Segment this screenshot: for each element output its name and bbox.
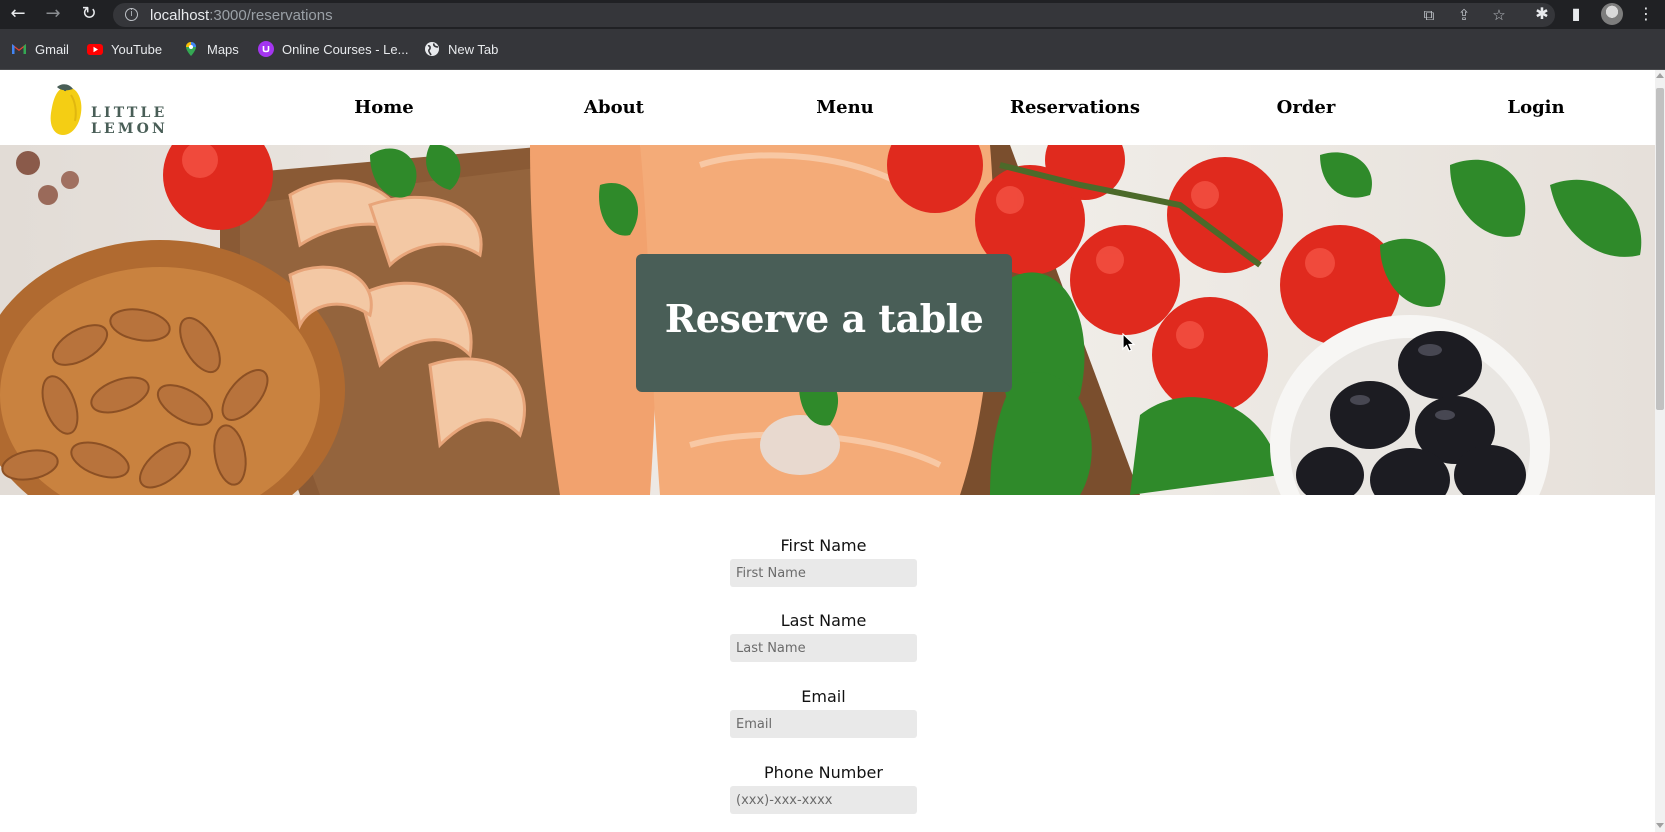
url-host: localhost [150, 7, 210, 24]
forward-arrow-icon[interactable]: → [42, 3, 64, 25]
nav-reservations[interactable]: Reservations [985, 97, 1165, 118]
bookmarks-bar: Gmail YouTube Maps Online Courses - Le..… [0, 29, 1665, 70]
little-lemon-logo[interactable]: LITTLE LEMON [47, 83, 247, 137]
side-panel-icon[interactable]: ▮ [1566, 4, 1586, 24]
nav-login[interactable]: Login [1446, 97, 1626, 118]
share-icon[interactable]: ⇪ [1455, 6, 1473, 24]
site-info-icon[interactable]: i [125, 8, 138, 21]
scroll-down-arrow-icon[interactable] [1656, 823, 1664, 828]
bookmark-label: YouTube [111, 41, 163, 57]
nav-home[interactable]: Home [294, 97, 474, 118]
bookmark-label: Maps [207, 41, 239, 57]
reload-icon[interactable]: ↻ [78, 3, 100, 25]
bookmark-star-icon[interactable]: ☆ [1490, 6, 1508, 24]
bookmark-label: Gmail [35, 41, 69, 57]
last-name-field: Last Name [730, 611, 917, 662]
email-input[interactable] [730, 710, 917, 738]
first-name-input[interactable] [730, 559, 917, 587]
bookmark-new-tab[interactable]: New Tab [424, 40, 498, 58]
bookmark-label: New Tab [448, 41, 499, 57]
bookmark-label: Online Courses - Le... [282, 41, 409, 57]
logo-text: LITTLE LEMON [91, 105, 169, 137]
email-label: Email [801, 687, 846, 706]
extensions-icon[interactable]: ✱ [1532, 4, 1552, 24]
first-name-label: First Name [780, 536, 867, 555]
back-arrow-icon[interactable]: ← [7, 3, 29, 25]
gmail-icon [11, 41, 27, 57]
last-name-input[interactable] [730, 634, 917, 662]
profile-avatar[interactable] [1601, 3, 1623, 25]
first-name-field: First Name [730, 536, 917, 587]
nav-order[interactable]: Order [1216, 97, 1396, 118]
udemy-icon [258, 41, 274, 57]
hero-banner: Reserve a table [0, 145, 1655, 495]
nav-about[interactable]: About [524, 97, 704, 118]
more-menu-icon[interactable]: ⋮ [1636, 4, 1656, 24]
globe-icon [424, 41, 440, 57]
browser-toolbar: ← → ↻ i localhost:3000/reservations ⧉ ⇪ … [0, 0, 1665, 29]
bookmark-youtube[interactable]: YouTube [87, 40, 162, 58]
phone-number-field: Phone Number [730, 763, 917, 814]
last-name-label: Last Name [780, 611, 867, 630]
nav-menu[interactable]: Menu [755, 97, 935, 118]
address-bar[interactable]: i localhost:3000/reservations ⧉ ⇪ ☆ [113, 3, 1555, 27]
site-header: LITTLE LEMON Home About Menu Reservation… [0, 70, 1655, 144]
bookmark-gmail[interactable]: Gmail [11, 40, 69, 58]
mouse-cursor-icon [1122, 333, 1136, 352]
phone-number-input[interactable] [730, 786, 917, 814]
url-path: :3000/reservations [209, 7, 333, 24]
youtube-icon [87, 41, 103, 57]
page-scrollbar[interactable] [1655, 70, 1665, 832]
scroll-up-arrow-icon[interactable] [1656, 73, 1664, 78]
phone-number-label: Phone Number [764, 763, 883, 782]
bookmark-online-courses[interactable]: Online Courses - Le... [258, 40, 408, 58]
hero-title: Reserve a table [664, 296, 984, 341]
lemon-icon [50, 84, 82, 135]
email-field: Email [730, 687, 917, 738]
maps-icon [183, 41, 199, 57]
url-text[interactable]: localhost:3000/reservations [150, 7, 333, 24]
hero-title-box: Reserve a table [636, 254, 1012, 392]
translate-icon[interactable]: ⧉ [1420, 6, 1438, 24]
bookmark-maps[interactable]: Maps [183, 40, 239, 58]
scrollbar-thumb[interactable] [1656, 88, 1664, 410]
